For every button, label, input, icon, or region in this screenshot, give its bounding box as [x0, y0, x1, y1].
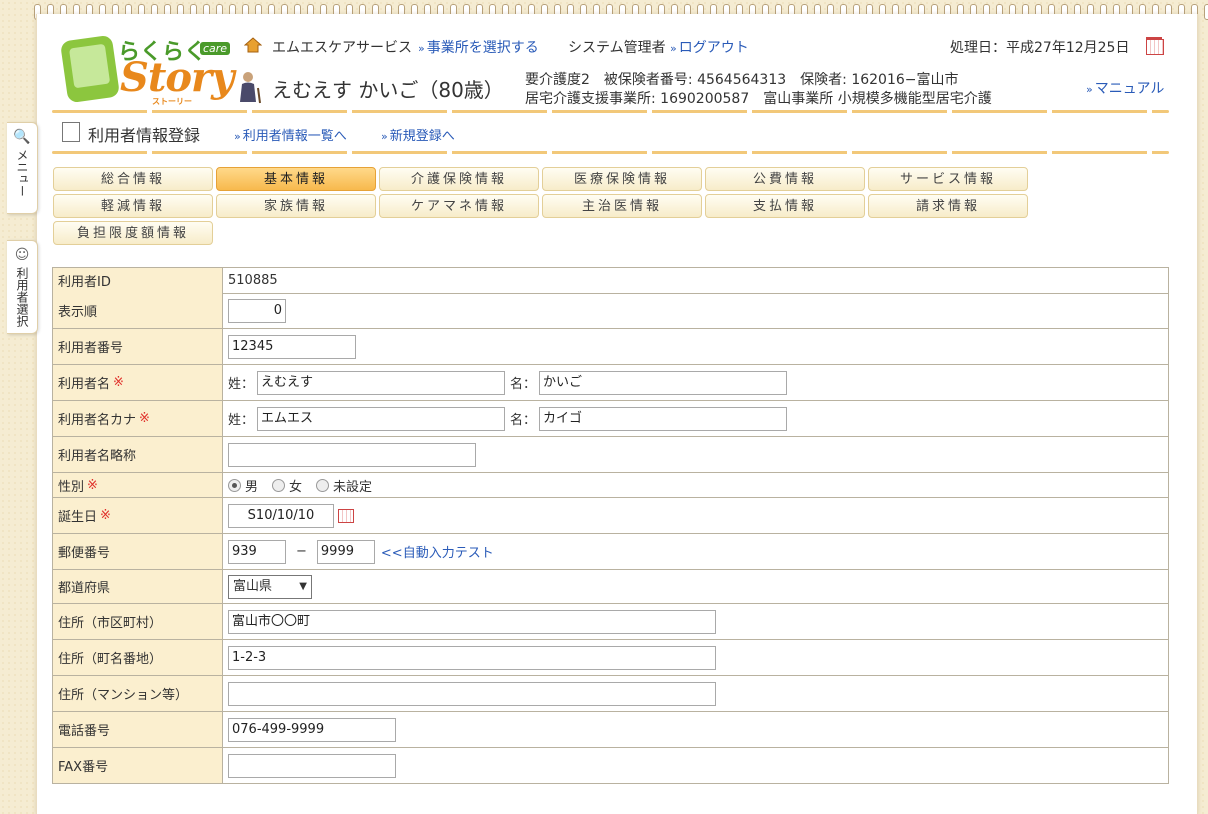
- tab-caremanager[interactable]: ケアマネ情報: [379, 194, 539, 218]
- tab-burden-limit[interactable]: 負担限度額情報: [53, 221, 213, 245]
- page-title: 利用者情報登録: [88, 126, 201, 145]
- zip1-input[interactable]: 939: [228, 539, 286, 564]
- select-office-link[interactable]: » 事業所を選択する: [418, 37, 539, 57]
- row-prefecture: 都道府県 富山県 ▼: [52, 570, 1169, 604]
- row-address3: 住所（マンション等）: [52, 676, 1169, 712]
- row-address2: 住所（町名番地） 1-2-3: [52, 640, 1169, 676]
- tab-basic[interactable]: 基本情報: [216, 167, 376, 191]
- side-menu-label: メニュー: [15, 149, 29, 197]
- tab-public-expense[interactable]: 公費情報: [705, 167, 865, 191]
- person-face-icon: ☺: [14, 247, 30, 263]
- zip2-input[interactable]: 9999: [316, 539, 375, 564]
- tab-doctor[interactable]: 主治医情報: [542, 194, 702, 218]
- process-date: 処理日：平成27年12月25日: [950, 40, 1130, 56]
- address-street-input[interactable]: 1-2-3: [228, 645, 716, 670]
- last-name-kana-input[interactable]: エムエス: [257, 406, 506, 431]
- calendar-icon[interactable]: [1146, 37, 1164, 55]
- zip-auto-fill-link[interactable]: <<自動入力テスト: [381, 542, 494, 561]
- tel-input[interactable]: 076-499-9999: [228, 717, 396, 742]
- elderly-person-icon: [240, 72, 261, 104]
- row-tel: 電話番号 076-499-9999: [52, 712, 1169, 748]
- tab-reduction[interactable]: 軽減情報: [53, 194, 213, 218]
- side-menu-tab[interactable]: 🔍 メニュー: [7, 122, 38, 214]
- phone-mascot-icon: [59, 34, 121, 104]
- tab-billing[interactable]: 請求情報: [868, 194, 1028, 218]
- calendar-icon[interactable]: [338, 508, 354, 523]
- home-icon: [244, 37, 262, 53]
- address-building-input[interactable]: [228, 681, 716, 706]
- tab-family[interactable]: 家族情報: [216, 194, 376, 218]
- row-address1: 住所（市区町村） 富山市〇〇町: [52, 604, 1169, 640]
- logout-link[interactable]: » ログアウト: [670, 37, 749, 57]
- row-gender: 性別 ※ 男 女 未設定: [52, 473, 1169, 498]
- order-input[interactable]: 0: [228, 298, 286, 323]
- tab-care-insurance[interactable]: 介護保険情報: [379, 167, 539, 191]
- magnifier-icon: 🔍: [13, 129, 31, 145]
- binder-ring: [1204, 4, 1208, 20]
- row-zip: 郵便番号 939 − 9999 <<自動入力テスト: [52, 534, 1169, 570]
- gender-male-radio[interactable]: [228, 478, 241, 492]
- side-user-select-label: 利用者選択: [15, 267, 29, 327]
- first-name-input[interactable]: かいご: [539, 370, 788, 395]
- admin-name: システム管理者: [568, 40, 666, 56]
- short-name-input[interactable]: [228, 442, 476, 467]
- office-name: エムエスケアサービス: [272, 40, 412, 56]
- rakuraku-story-logo[interactable]: らくらく care Story ストーリー: [52, 34, 234, 110]
- birthday-input[interactable]: S10/10/10: [228, 503, 334, 528]
- gender-female-radio[interactable]: [272, 478, 286, 492]
- user-name: えむえす かいご（80歳）: [272, 78, 504, 102]
- row-name: 利用者名 ※ 姓： えむえす 名： かいご: [52, 365, 1169, 401]
- tab-medical-insurance[interactable]: 医療保険情報: [542, 167, 702, 191]
- row-user-id: 利用者ID 510885: [52, 267, 1169, 294]
- manual-link[interactable]: » マニュアル: [1086, 78, 1164, 98]
- gender-unset-radio[interactable]: [316, 478, 330, 492]
- tab-overview[interactable]: 総合情報: [53, 167, 213, 191]
- dropdown-arrow-icon: ▼: [299, 580, 307, 592]
- tab-payment[interactable]: 支払情報: [705, 194, 865, 218]
- edit-document-icon: [62, 122, 80, 142]
- first-name-kana-input[interactable]: カイゴ: [539, 406, 788, 431]
- tab-service[interactable]: サービス情報: [868, 167, 1028, 191]
- side-user-select-tab[interactable]: ☺ 利用者選択: [7, 240, 38, 334]
- user-number-input[interactable]: 12345: [228, 334, 356, 359]
- row-number: 利用者番号 12345: [52, 329, 1169, 365]
- user-info-line1: 要介護度2 被保険者番号: 4564564313 保険者: 162016−富山市: [525, 72, 959, 88]
- fax-input[interactable]: [228, 753, 396, 778]
- new-register-link[interactable]: » 新規登録へ: [381, 125, 455, 144]
- row-name-kana: 利用者名カナ ※ 姓： エムエス 名： カイゴ: [52, 401, 1169, 437]
- row-birthday: 誕生日 ※ S10/10/10: [52, 498, 1169, 534]
- user-list-link[interactable]: » 利用者情報一覧へ: [234, 125, 347, 144]
- user-id-value: 510885: [228, 273, 278, 288]
- row-fax: FAX番号: [52, 748, 1169, 784]
- header-divider: [52, 110, 1169, 113]
- last-name-input[interactable]: えむえす: [257, 370, 506, 395]
- title-divider: [52, 151, 1169, 154]
- address-city-input[interactable]: 富山市〇〇町: [228, 609, 716, 634]
- row-short-name: 利用者名略称: [52, 437, 1169, 473]
- user-info-line2: 居宅介護支援事業所: 1690200587 富山事業所 小規模多機能型居宅介護: [525, 91, 992, 107]
- prefecture-select[interactable]: 富山県 ▼: [228, 574, 312, 599]
- row-order: 表示順 0: [52, 293, 1169, 329]
